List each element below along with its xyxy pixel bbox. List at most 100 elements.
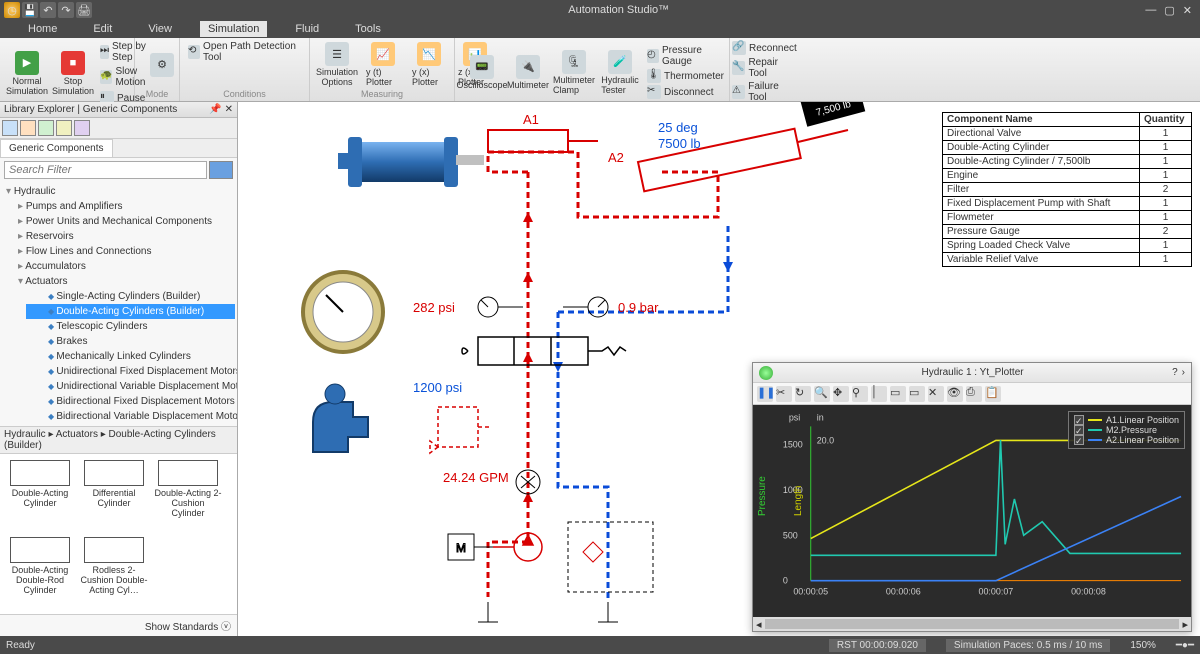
tree-leaf[interactable]: Single-Acting Cylinders (Builder) <box>26 289 235 304</box>
palette-item[interactable]: Double-Acting 2-Cushion Cylinder <box>154 460 222 531</box>
normal-sim-button[interactable]: ▶Normal Simulation <box>6 49 48 98</box>
tool-icon[interactable]: ↻ <box>795 386 811 402</box>
qty-col-qty: Quantity <box>1140 113 1192 127</box>
pin-icon[interactable]: 📌 ✕ <box>209 104 233 115</box>
tree-node[interactable]: Power Units and Mechanical Components <box>14 214 235 229</box>
open-path-button[interactable]: ⟲Open Path Detection Tool <box>186 40 303 64</box>
tree-leaf[interactable]: Bidirectional Variable Displacement Moto… <box>26 409 235 424</box>
component-tree[interactable]: HydraulicPumps and AmplifiersPower Units… <box>0 182 237 426</box>
tree-leaf[interactable]: Double-Acting Cylinders (Builder) <box>26 304 235 319</box>
close-icon[interactable]: ✕ <box>1183 4 1192 17</box>
tab-home[interactable]: Home <box>20 21 65 37</box>
palette-item[interactable]: Double-Acting Double-Rod Cylinder <box>6 537 74 608</box>
palette-item[interactable]: Rodless 2-Cushion Double-Acting Cyl… <box>80 537 148 608</box>
yt-plotter-button[interactable]: 📈y (t) Plotter <box>362 40 404 89</box>
multimeter-button[interactable]: 🔌Multimeter <box>507 53 549 92</box>
tree-leaf[interactable]: Telescopic Cylinders <box>26 319 235 334</box>
chevron-up-icon[interactable]: ⓥ <box>221 622 231 633</box>
tool-icon[interactable]: ⎙ <box>966 386 982 402</box>
mode-buttons[interactable]: ⚙ <box>141 51 183 79</box>
yx-plotter-button[interactable]: 📉y (x) Plotter <box>408 40 450 89</box>
expand-icon[interactable]: › <box>1182 367 1185 378</box>
tb-icon[interactable] <box>20 120 36 136</box>
tool-icon[interactable]: ▭ <box>909 386 925 402</box>
tree-leaf[interactable]: Brakes <box>26 334 235 349</box>
failure-button[interactable]: ⚠Failure Tool <box>730 80 799 104</box>
pause-icon[interactable]: ❚❚ <box>757 386 773 402</box>
oscilloscope-button[interactable]: 📟Oscilloscope <box>461 53 503 92</box>
stop-sim-button[interactable]: ■Stop Simulation <box>52 49 94 98</box>
wrench-icon: 🔧 <box>732 61 745 75</box>
panel-title: Library Explorer | Generic Components <box>4 104 177 115</box>
plotter-window[interactable]: Hydraulic 1 : Yt_Plotter ? › ❚❚ ✂↻ 🔍✥ ⚲│… <box>752 362 1192 632</box>
qat-undo-icon[interactable]: ↶ <box>40 2 56 18</box>
clamp-icon: 🗜 <box>562 50 586 74</box>
tab-view[interactable]: View <box>140 21 180 37</box>
tab-tools[interactable]: Tools <box>347 21 389 37</box>
thermometer-button[interactable]: 🌡Thermometer <box>645 68 726 84</box>
tree-node[interactable]: Accumulators <box>14 259 235 274</box>
tree-node[interactable]: Actuators <box>14 274 235 289</box>
tool-icon[interactable]: ▭ <box>890 386 906 402</box>
tb-icon[interactable] <box>38 120 54 136</box>
tool-icon[interactable]: ✥ <box>833 386 849 402</box>
svg-text:Pressure: Pressure <box>757 476 768 516</box>
sim-options-button[interactable]: ☰Simulation Options <box>316 40 358 89</box>
minimize-icon[interactable]: — <box>1145 4 1156 17</box>
tree-leaf[interactable]: Unidirectional Variable Displacement Mot… <box>26 379 235 394</box>
tab-simulation[interactable]: Simulation <box>200 21 267 37</box>
svg-text:00:00:05: 00:00:05 <box>793 587 828 597</box>
hydraulic-tester-button[interactable]: 🧪Hydraulic Tester <box>599 48 641 97</box>
svg-text:0.9 bar: 0.9 bar <box>618 300 659 315</box>
pressure-gauge-button[interactable]: ◴Pressure Gauge <box>645 44 726 68</box>
scroll-right-icon[interactable]: ▸ <box>1179 618 1191 631</box>
zoom-slider[interactable]: ━●━ <box>1176 640 1194 651</box>
tree-node[interactable]: Pumps and Amplifiers <box>14 199 235 214</box>
tool-icon[interactable]: ⚲ <box>852 386 868 402</box>
panel-tab[interactable]: Generic Components <box>0 139 113 157</box>
disconnect-button[interactable]: ✂Disconnect <box>645 84 726 100</box>
tool-icon[interactable]: │ <box>871 386 887 402</box>
tool-icon[interactable]: ✕ <box>928 386 944 402</box>
multimeter-clamp-button[interactable]: 🗜Multimeter Clamp <box>553 48 595 97</box>
tree-node[interactable]: Reservoirs <box>14 229 235 244</box>
tool-icon[interactable]: 📋 <box>985 386 1001 402</box>
status-bar: Ready RST 00:00:09.020 Simulation Paces:… <box>0 636 1200 654</box>
tree-leaf[interactable]: Unidirectional Fixed Displacement Motors <box>26 364 235 379</box>
tree-node[interactable]: Hydraulic <box>2 184 235 199</box>
tb-icon[interactable] <box>74 120 90 136</box>
tree-leaf[interactable]: Mechanically Linked Cylinders <box>26 349 235 364</box>
svg-text:M: M <box>456 541 466 555</box>
search-input[interactable] <box>4 161 207 179</box>
schematic-canvas[interactable]: LOAD7,500 lb M A1 A2 25 <box>238 102 1200 636</box>
repair-button[interactable]: 🔧Repair Tool <box>730 56 799 80</box>
show-standards-button[interactable]: Show Standards <box>145 622 218 633</box>
tool-icon[interactable]: ✂ <box>776 386 792 402</box>
tool-icon[interactable]: 👁 <box>947 386 963 402</box>
qat-redo-icon[interactable]: ↷ <box>58 2 74 18</box>
palette-item[interactable]: Differential Cylinder <box>80 460 148 531</box>
tab-fluid[interactable]: Fluid <box>287 21 327 37</box>
reconnect-button[interactable]: 🔗Reconnect <box>730 40 799 56</box>
tool-icon[interactable]: 🔍 <box>814 386 830 402</box>
help-icon[interactable]: ? <box>1172 367 1178 378</box>
table-row: Double-Acting Cylinder1 <box>943 141 1192 155</box>
search-options-button[interactable] <box>209 161 233 179</box>
maximize-icon[interactable]: ▢ <box>1164 4 1174 17</box>
tab-edit[interactable]: Edit <box>85 21 120 37</box>
component-palette[interactable]: Double-Acting CylinderDifferential Cylin… <box>0 454 237 614</box>
fail-icon: ⚠ <box>732 85 745 99</box>
qat-save-icon[interactable]: 💾 <box>22 2 38 18</box>
palette-item[interactable]: Double-Acting Cylinder <box>6 460 74 531</box>
qat-print-icon[interactable]: 🖨 <box>76 2 92 18</box>
svg-text:20.0: 20.0 <box>817 435 834 445</box>
tb-icon[interactable] <box>56 120 72 136</box>
scroll-left-icon[interactable]: ◂ <box>753 618 765 631</box>
tree-node[interactable]: Flow Lines and Connections <box>14 244 235 259</box>
plot-legend: ✓ A1.Linear Position✓ M2.Pressure✓ A2.Li… <box>1068 411 1185 449</box>
plot-area[interactable]: 050010001500PressureLengthpsiin20.000:00… <box>753 405 1191 617</box>
svg-text:psi: psi <box>789 412 800 422</box>
tree-leaf[interactable]: Bidirectional Fixed Displacement Motors <box>26 394 235 409</box>
tb-icon[interactable] <box>2 120 18 136</box>
plotter-toolbar: ❚❚ ✂↻ 🔍✥ ⚲│ ▭▭ ✕👁 ⎙📋 <box>753 383 1191 405</box>
